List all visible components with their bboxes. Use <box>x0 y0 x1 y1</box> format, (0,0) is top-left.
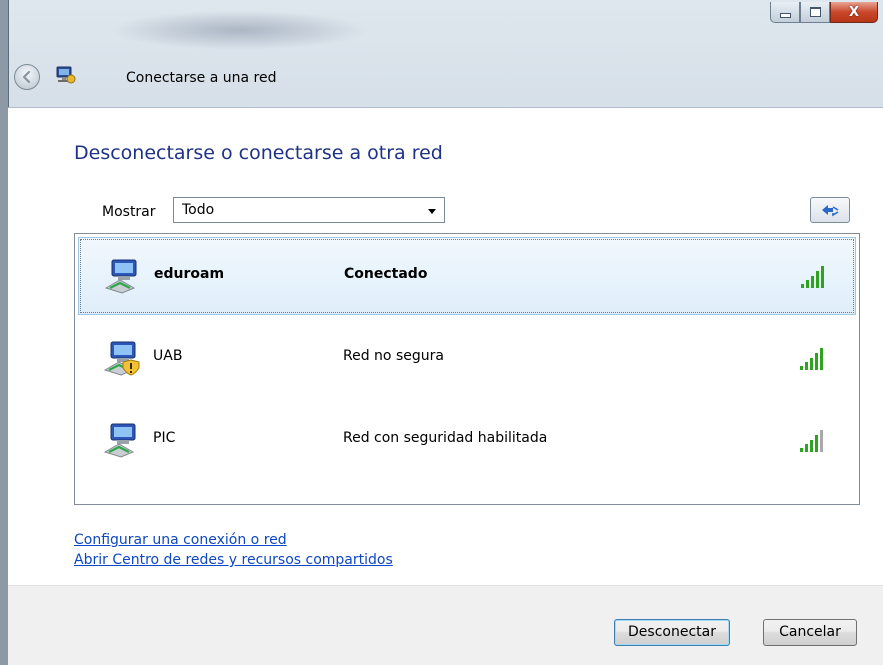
close-icon: X <box>848 4 860 20</box>
network-wizard-icon <box>56 66 76 84</box>
wireless-network-icon <box>104 259 137 294</box>
content-area: Desconectarse o conectarse a otra red Mo… <box>8 107 883 585</box>
network-row-eduroam[interactable]: eduroam Conectado <box>78 237 856 315</box>
caption-buttons: X <box>770 2 878 23</box>
minimize-icon <box>779 12 791 18</box>
show-label: Mostrar <box>102 204 156 220</box>
maximize-icon <box>809 7 821 17</box>
minimize-button[interactable] <box>770 2 800 23</box>
signal-strength-icon <box>800 430 823 452</box>
signal-strength-icon <box>801 266 824 288</box>
back-arrow-icon <box>22 70 31 84</box>
network-status: Red con seguridad habilitada <box>343 430 548 446</box>
wireless-network-icon <box>103 423 136 458</box>
network-row-pic[interactable]: PIC Red con seguridad habilitada <box>78 402 856 480</box>
show-filter-value: Todo <box>182 202 215 218</box>
setup-connection-link[interactable]: Configurar una conexión o red <box>74 532 287 548</box>
cancel-button[interactable]: Cancelar <box>763 619 857 646</box>
disconnect-button[interactable]: Desconectar <box>614 619 730 646</box>
network-list: eduroam Conectado UAB Red no segura PIC … <box>74 233 860 505</box>
refresh-icon <box>822 205 839 217</box>
network-status: Conectado <box>344 266 428 282</box>
maximize-button[interactable] <box>800 2 830 23</box>
window-title: Conectarse a una red <box>126 70 277 86</box>
button-bar: Desconectar Cancelar <box>8 585 883 665</box>
close-button[interactable]: X <box>830 2 878 23</box>
refresh-button[interactable] <box>810 197 850 223</box>
back-button[interactable] <box>14 64 40 90</box>
navigation-bar: Conectarse a una red <box>14 62 614 92</box>
unsecured-network-icon <box>103 341 140 376</box>
network-status: Red no segura <box>343 348 444 364</box>
network-name: PIC <box>153 430 176 446</box>
chevron-down-icon <box>428 209 436 214</box>
network-row-uab[interactable]: UAB Red no segura <box>78 320 856 398</box>
network-center-link[interactable]: Abrir Centro de redes y recursos compart… <box>74 552 393 568</box>
page-heading: Desconectarse o conectarse a otra red <box>74 142 443 164</box>
title-bar-glass <box>109 10 369 50</box>
signal-strength-icon <box>800 348 823 370</box>
show-filter-dropdown[interactable]: Todo <box>173 197 445 223</box>
network-name: UAB <box>153 348 183 364</box>
network-name: eduroam <box>154 266 225 282</box>
